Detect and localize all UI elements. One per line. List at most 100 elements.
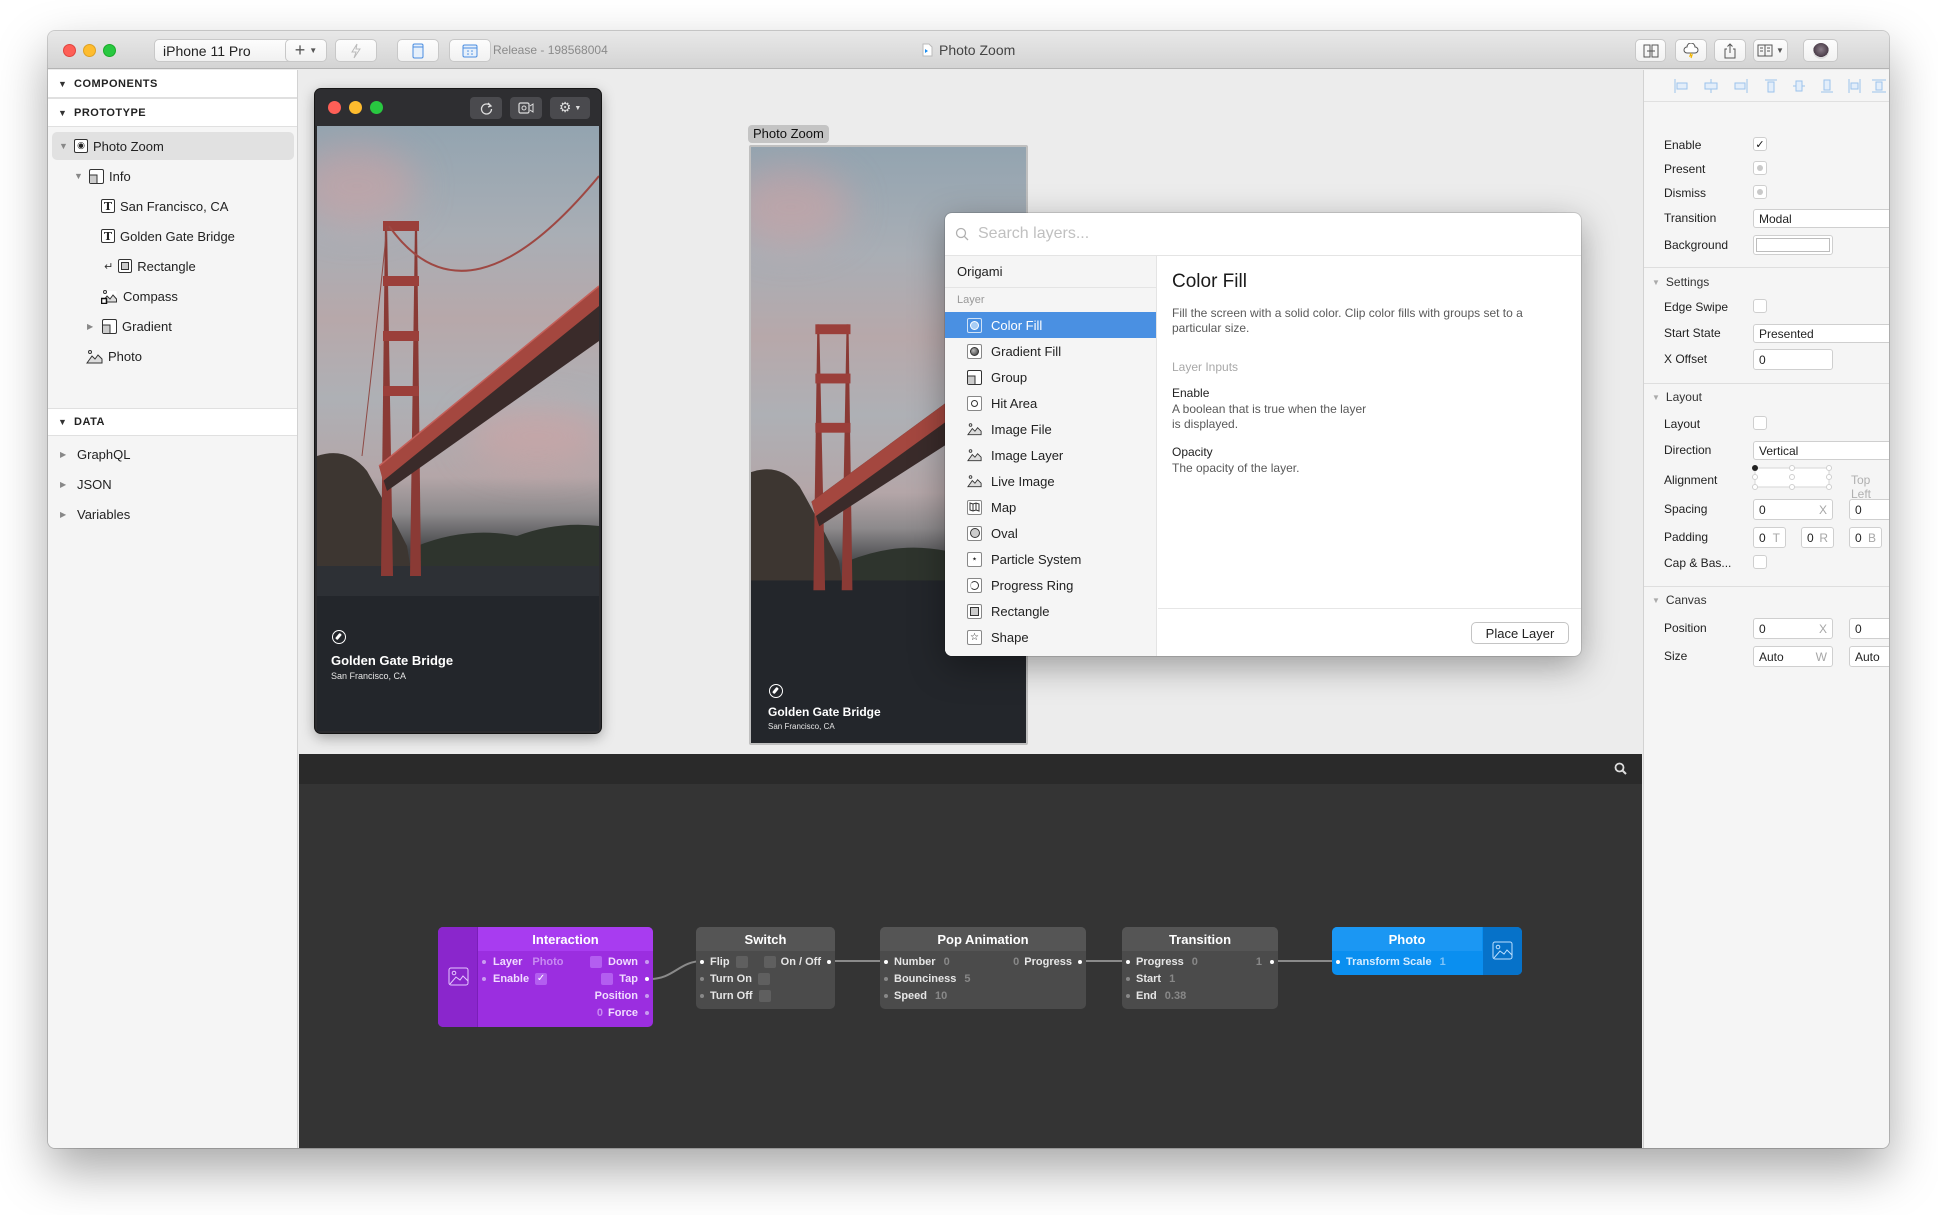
patch-switch[interactable]: Switch Flip Turn On Turn Off On / Off bbox=[696, 927, 835, 1009]
prototype-header[interactable]: ▼ PROTOTYPE bbox=[48, 98, 297, 127]
artboard-label[interactable]: Photo Zoom bbox=[748, 125, 829, 143]
x-offset-field[interactable]: 0 bbox=[1753, 349, 1833, 370]
start-state-select[interactable]: Presented ▲▼ bbox=[1753, 324, 1889, 343]
port-on-off[interactable]: On / Off bbox=[763, 954, 831, 970]
data-header[interactable]: ▼ DATA bbox=[48, 408, 297, 436]
patch-transition[interactable]: Transition Progress 0 Start 1 End 0.38 1 bbox=[1122, 927, 1278, 1009]
layer-item-progress-ring[interactable]: Progress Ring bbox=[945, 572, 1156, 598]
tree-item-san-francisco[interactable]: T San Francisco, CA bbox=[101, 192, 228, 220]
data-item-json[interactable]: ▶ JSON bbox=[60, 473, 112, 495]
port-position[interactable]: Position bbox=[595, 988, 649, 1004]
layer-item-gradient-fill[interactable]: Gradient Fill bbox=[945, 338, 1156, 364]
layer-item-live-image[interactable]: Live Image bbox=[945, 468, 1156, 494]
zoom-window-button[interactable] bbox=[103, 44, 116, 57]
layer-item-image-layer[interactable]: Image Layer bbox=[945, 442, 1156, 468]
background-color-well[interactable] bbox=[1753, 235, 1833, 255]
minimize-window-button[interactable] bbox=[83, 44, 96, 57]
tree-item-rectangle[interactable]: ↵ Rectangle bbox=[104, 252, 196, 280]
canvas-section-header[interactable]: ▼ Canvas bbox=[1652, 593, 1707, 607]
viewer-close-button[interactable] bbox=[328, 101, 341, 114]
category-origami[interactable]: Origami bbox=[945, 256, 1156, 288]
port-enable[interactable]: Enable ✓ bbox=[482, 971, 548, 987]
port-turn-on[interactable]: Turn On bbox=[700, 971, 770, 987]
add-button[interactable]: + ▼ bbox=[285, 39, 327, 62]
tree-item-info[interactable]: ▼ Info bbox=[74, 162, 131, 190]
transition-select[interactable]: Modal ▲▼ bbox=[1753, 209, 1889, 228]
layout-section-header[interactable]: ▼ Layout bbox=[1652, 390, 1702, 404]
position-x-field[interactable]: 0X bbox=[1753, 618, 1833, 639]
layer-item-color-fill[interactable]: Color Fill bbox=[945, 312, 1156, 338]
data-item-graphql[interactable]: ▶ GraphQL bbox=[60, 443, 130, 465]
layout-checkbox[interactable] bbox=[1753, 416, 1767, 430]
size-height-field[interactable]: AutoH bbox=[1849, 646, 1889, 667]
port-progress-out[interactable]: 0 Progress bbox=[1013, 954, 1082, 970]
padding-right-field[interactable]: 0R bbox=[1801, 527, 1834, 548]
tree-item-photo-zoom[interactable]: ▼ ◉ Photo Zoom bbox=[52, 132, 294, 160]
share-button[interactable] bbox=[1714, 39, 1746, 62]
padding-top-field[interactable]: 0T bbox=[1753, 527, 1786, 548]
port-speed[interactable]: Speed 10 bbox=[884, 988, 947, 1004]
tree-item-golden-gate-bridge[interactable]: T Golden Gate Bridge bbox=[101, 222, 235, 250]
port-down[interactable]: Down bbox=[590, 954, 649, 970]
reload-button[interactable] bbox=[470, 97, 502, 119]
distribute-vertical-icon[interactable] bbox=[1872, 79, 1886, 93]
compare-button[interactable] bbox=[1635, 39, 1666, 62]
tree-item-gradient[interactable]: ▶ Gradient bbox=[87, 312, 172, 340]
layer-item-hit-area[interactable]: Hit Area bbox=[945, 390, 1156, 416]
layer-item-particle-system[interactable]: ⋆ Particle System bbox=[945, 546, 1156, 572]
port-flip[interactable]: Flip bbox=[700, 954, 748, 970]
padding-bottom-field[interactable]: 0B bbox=[1849, 527, 1882, 548]
enable-checkbox[interactable]: ✓ bbox=[535, 973, 548, 985]
book-button[interactable]: ▼ bbox=[1753, 39, 1788, 62]
port-start[interactable]: Start 1 bbox=[1126, 971, 1175, 987]
tree-item-photo[interactable]: Photo bbox=[86, 342, 142, 370]
port-bounciness[interactable]: Bounciness 5 bbox=[884, 971, 970, 987]
position-y-field[interactable]: 0Y bbox=[1849, 618, 1889, 639]
port-transform-scale[interactable]: Transform Scale 1 bbox=[1336, 954, 1446, 970]
dismiss-pulse-button[interactable] bbox=[1753, 185, 1767, 199]
alignment-grid[interactable] bbox=[1752, 465, 1832, 491]
record-button[interactable] bbox=[510, 97, 542, 119]
port-force[interactable]: 0 Force bbox=[597, 1005, 649, 1021]
port-end[interactable]: End 0.38 bbox=[1126, 988, 1186, 1004]
port-tap[interactable]: Tap bbox=[601, 971, 649, 987]
spacing-x-field[interactable]: 0X bbox=[1753, 499, 1833, 520]
viewer-settings-button[interactable]: ⚙ ▼ bbox=[550, 97, 590, 119]
settings-section-header[interactable]: ▼ Settings bbox=[1652, 275, 1709, 289]
layout-button[interactable] bbox=[449, 39, 491, 62]
patch-pop-animation[interactable]: Pop Animation Number 0 Bounciness 5 Speed 1… bbox=[880, 927, 1086, 1009]
layer-item-map[interactable]: Map bbox=[945, 494, 1156, 520]
cap-baseline-checkbox[interactable] bbox=[1753, 555, 1767, 569]
port-turn-off[interactable]: Turn Off bbox=[700, 988, 771, 1004]
patch-interaction[interactable]: Interaction Layer Photo Enable ✓ Down Ta… bbox=[438, 927, 653, 1027]
enable-checkbox[interactable]: ✓ bbox=[1753, 137, 1767, 151]
port-transition-out[interactable]: 1 bbox=[1256, 954, 1274, 970]
port-layer[interactable]: Layer Photo bbox=[482, 954, 564, 970]
patch-editor[interactable]: Interaction Layer Photo Enable ✓ Down Ta… bbox=[299, 754, 1642, 1148]
viewer-button[interactable] bbox=[397, 39, 439, 62]
close-window-button[interactable] bbox=[63, 44, 76, 57]
viewer-zoom-button[interactable] bbox=[370, 101, 383, 114]
layer-item-rectangle[interactable]: Rectangle bbox=[945, 598, 1156, 624]
lightning-button[interactable] bbox=[335, 39, 377, 62]
place-layer-button[interactable]: Place Layer bbox=[1471, 622, 1569, 644]
layer-item-oval[interactable]: Oval bbox=[945, 520, 1156, 546]
tree-item-compass[interactable]: Compass bbox=[101, 282, 178, 310]
viewer-minimize-button[interactable] bbox=[349, 101, 362, 114]
data-item-variables[interactable]: ▶ Variables bbox=[60, 503, 130, 525]
size-width-field[interactable]: Auto W bbox=[1753, 646, 1833, 667]
layer-item-shape[interactable]: ☆ Shape bbox=[945, 624, 1156, 650]
layer-item-group[interactable]: Group bbox=[945, 364, 1156, 390]
edge-swipe-checkbox[interactable] bbox=[1753, 299, 1767, 313]
patch-photo[interactable]: Photo Transform Scale 1 bbox=[1332, 927, 1522, 975]
direction-select[interactable]: Vertical ▲▼ bbox=[1753, 441, 1889, 460]
present-pulse-button[interactable] bbox=[1753, 161, 1767, 175]
spacing-y-field[interactable]: 0Y bbox=[1849, 499, 1889, 520]
port-number[interactable]: Number 0 bbox=[884, 954, 950, 970]
port-progress-in[interactable]: Progress 0 bbox=[1126, 954, 1198, 970]
account-button[interactable] bbox=[1803, 39, 1838, 62]
components-header[interactable]: ▼ COMPONENTS bbox=[48, 70, 297, 98]
photo-layer[interactable]: Golden Gate Bridge San Francisco, CA bbox=[317, 126, 599, 731]
cloud-sync-button[interactable] bbox=[1675, 39, 1707, 62]
search-layers-input[interactable] bbox=[978, 225, 1538, 243]
